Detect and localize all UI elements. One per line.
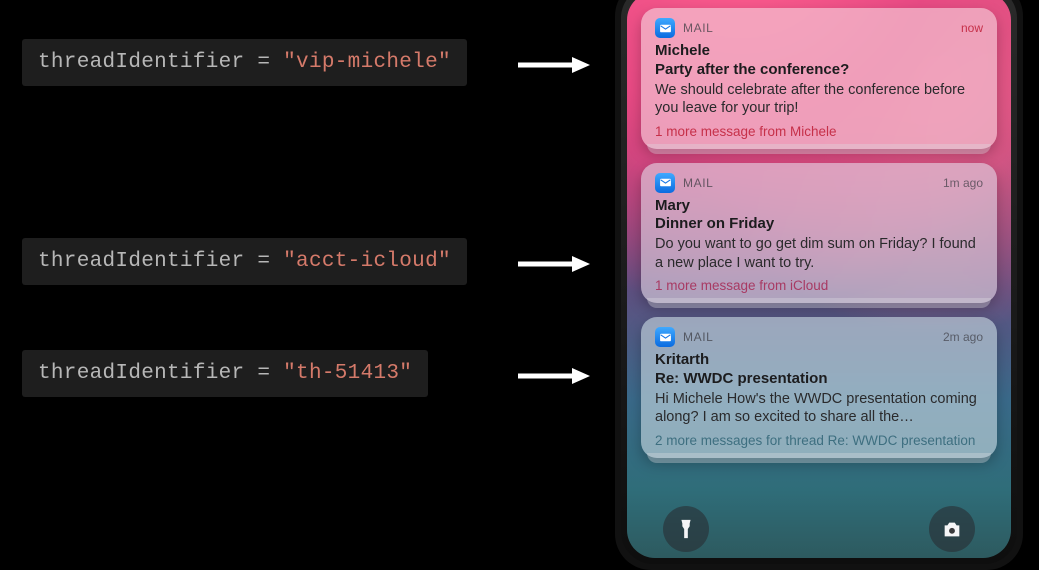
notification-card[interactable]: MAIL 2m ago Kritarth Re: WWDC presentati…	[641, 317, 997, 458]
notification-sender: Michele	[655, 42, 983, 61]
app-name-label: MAIL	[683, 176, 713, 190]
code-key: threadIdentifier	[38, 362, 244, 385]
arrow-icon	[516, 255, 590, 273]
notification-body: Do you want to go get dim sum on Friday?…	[655, 235, 983, 272]
lockscreen-toolbar	[627, 506, 1011, 552]
phone-frame: MAIL now Michele Party after the confere…	[615, 0, 1023, 570]
phone-bezel: MAIL now Michele Party after the confere…	[621, 0, 1017, 564]
notification-subject: Dinner on Friday	[655, 215, 983, 234]
mail-app-icon	[655, 173, 675, 193]
notification-card[interactable]: MAIL 1m ago Mary Dinner on Friday Do you…	[641, 163, 997, 304]
code-op: =	[244, 250, 283, 273]
notification-subject: Re: WWDC presentation	[655, 370, 983, 389]
code-op: =	[244, 51, 283, 74]
app-name-label: MAIL	[683, 21, 713, 35]
code-row-1: threadIdentifier = "vip-michele"	[22, 39, 500, 86]
notification-sender: Kritarth	[655, 351, 983, 370]
notification-list: MAIL now Michele Party after the confere…	[641, 8, 997, 458]
code-snippet: threadIdentifier = "th-51413"	[22, 350, 428, 397]
code-snippet: threadIdentifier = "vip-michele"	[22, 39, 467, 86]
flashlight-button[interactable]	[663, 506, 709, 552]
notification-time: 1m ago	[943, 176, 983, 190]
app-name-label: MAIL	[683, 330, 713, 344]
phone-screen: MAIL now Michele Party after the confere…	[627, 0, 1011, 558]
notification-subject: Party after the conference?	[655, 61, 983, 80]
notification-more: 2 more messages for thread Re: WWDC pres…	[655, 433, 983, 448]
mail-app-icon	[655, 18, 675, 38]
notification-header: MAIL now	[655, 18, 983, 38]
notification-header: MAIL 1m ago	[655, 173, 983, 193]
notification-body: Hi Michele How's the WWDC presentation c…	[655, 390, 983, 427]
arrow-icon	[516, 56, 590, 74]
code-row-3: threadIdentifier = "th-51413"	[22, 350, 500, 397]
code-row-2: threadIdentifier = "acct-icloud"	[22, 238, 500, 285]
code-op: =	[244, 362, 283, 385]
notification-body: We should celebrate after the conference…	[655, 81, 983, 118]
notification-time: 2m ago	[943, 330, 983, 344]
notification-more: 1 more message from iCloud	[655, 278, 983, 293]
mail-app-icon	[655, 327, 675, 347]
code-value: "th-51413"	[283, 362, 412, 385]
notification-more: 1 more message from Michele	[655, 124, 983, 139]
camera-button[interactable]	[929, 506, 975, 552]
notification-time: now	[961, 21, 983, 35]
code-key: threadIdentifier	[38, 51, 244, 74]
notification-header: MAIL 2m ago	[655, 327, 983, 347]
presentation-slide: threadIdentifier = "vip-michele" threadI…	[0, 0, 1039, 551]
notification-card[interactable]: MAIL now Michele Party after the confere…	[641, 8, 997, 149]
notification-sender: Mary	[655, 197, 983, 216]
code-snippet: threadIdentifier = "acct-icloud"	[22, 238, 467, 285]
arrow-icon	[516, 367, 590, 385]
code-key: threadIdentifier	[38, 250, 244, 273]
code-value: "acct-icloud"	[283, 250, 451, 273]
code-value: "vip-michele"	[283, 51, 451, 74]
